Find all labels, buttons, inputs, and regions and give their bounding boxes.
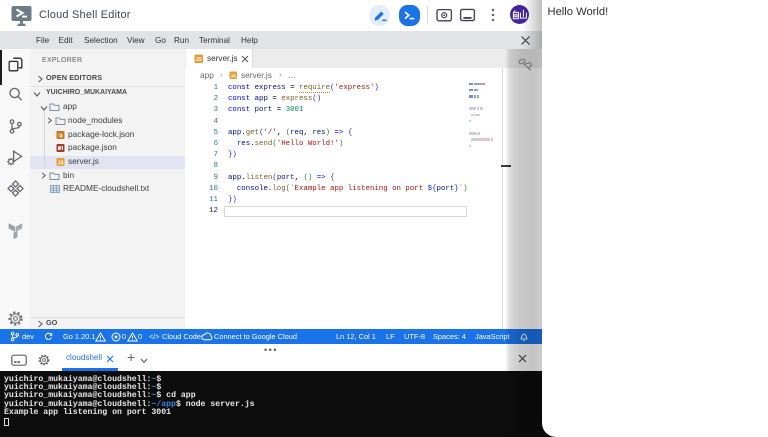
svg-text:JS: JS [196,57,203,63]
svg-text:JS: JS [57,160,64,166]
svg-text:JS: JS [230,73,236,78]
